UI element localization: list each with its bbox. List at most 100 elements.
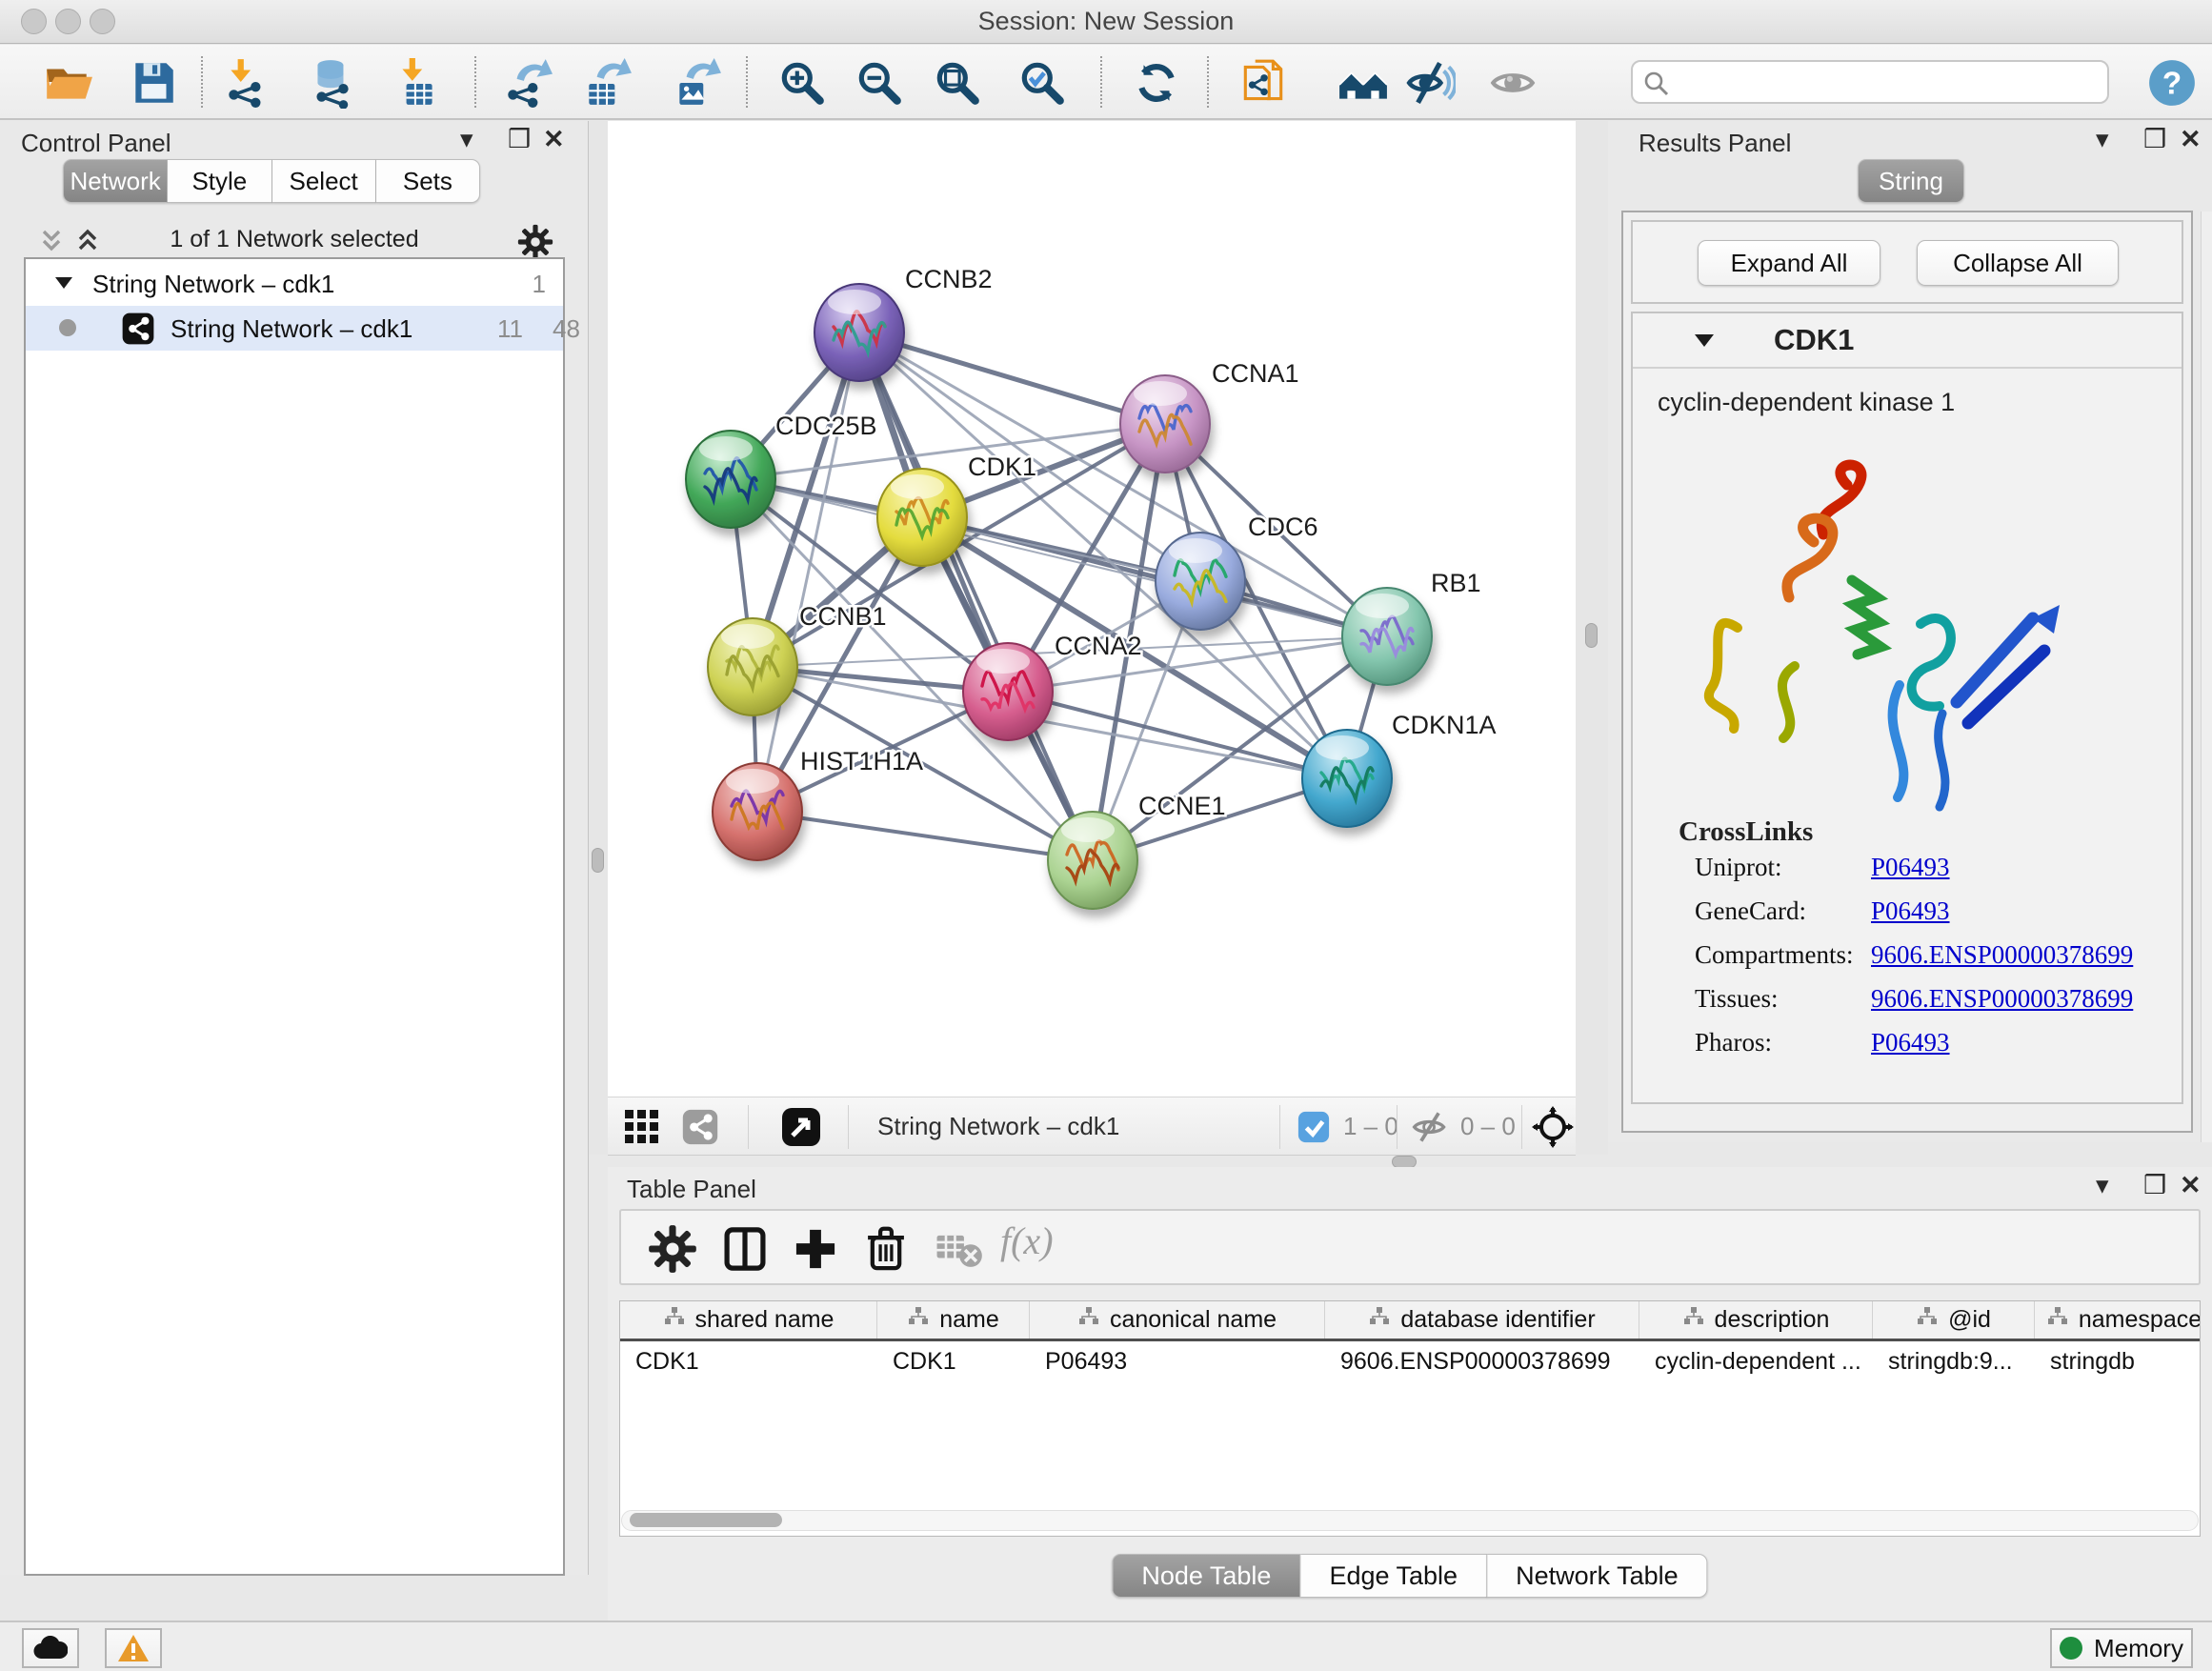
table-cell[interactable]: CDK1	[877, 1341, 1030, 1381]
tab-select[interactable]: Select	[272, 159, 376, 203]
table-settings-gear-icon[interactable]	[648, 1224, 697, 1274]
zoom-in-icon[interactable]	[776, 57, 828, 109]
right-splitter[interactable]	[1576, 121, 1608, 1155]
import-table-from-file-icon[interactable]	[392, 57, 443, 109]
add-column-icon[interactable]	[791, 1224, 840, 1274]
panel-menu-icon[interactable]: ▾	[460, 125, 473, 154]
node-CCNB2[interactable]	[814, 284, 904, 381]
node-CCNA2[interactable]	[963, 643, 1053, 740]
crosslink-link[interactable]: 9606.ENSP00000378699	[1871, 984, 2133, 1014]
help-icon[interactable]: ?	[2146, 57, 2198, 109]
delete-column-icon[interactable]	[861, 1224, 911, 1274]
cloud-status-button[interactable]	[22, 1628, 79, 1668]
node-CDC6[interactable]	[1156, 533, 1245, 630]
node-CCNE1[interactable]	[1048, 812, 1137, 909]
selected-checkbox-icon[interactable]	[1297, 1110, 1331, 1149]
zoom-out-icon[interactable]	[854, 57, 905, 109]
node-HIST1H1A[interactable]	[713, 763, 802, 860]
tab-network[interactable]: Network	[63, 159, 168, 203]
column-header-canonical-name[interactable]: canonical name	[1030, 1301, 1325, 1339]
hidden-eye-icon[interactable]	[1410, 1109, 1450, 1150]
tab-style[interactable]: Style	[168, 159, 271, 203]
share-network-icon[interactable]	[681, 1108, 719, 1151]
panel-close-icon[interactable]: ✕	[2180, 1171, 2202, 1200]
horizontal-splitter[interactable]	[608, 1156, 2212, 1167]
show-columns-icon[interactable]	[720, 1224, 770, 1274]
splitter-handle[interactable]	[592, 848, 604, 873]
network-row-selected[interactable]: String Network – cdk1 11 48	[26, 306, 563, 351]
export-image-icon[interactable]	[671, 57, 722, 109]
warning-status-button[interactable]	[105, 1628, 162, 1668]
import-network-from-file-icon[interactable]	[222, 57, 273, 109]
panel-float-icon[interactable]: ❒	[2143, 125, 2166, 154]
search-input[interactable]	[1679, 64, 2098, 100]
splitter-handle[interactable]	[1585, 623, 1598, 648]
panel-close-icon[interactable]: ✕	[543, 125, 565, 154]
network-collection-row[interactable]: String Network – cdk1 1	[26, 261, 563, 306]
column-header-database-identifier[interactable]: database identifier	[1325, 1301, 1639, 1339]
zoom-fit-content-icon[interactable]	[932, 57, 983, 109]
panel-float-icon[interactable]: ❒	[508, 125, 531, 154]
edge-HIST1H1A-CCNE1[interactable]	[757, 812, 1093, 860]
column-header-shared-name[interactable]: shared name	[620, 1301, 877, 1339]
expand-all-button[interactable]: Expand All	[1698, 240, 1880, 286]
save-session-icon[interactable]	[128, 57, 179, 109]
tab-node-table[interactable]: Node Table	[1112, 1554, 1300, 1598]
collapse-all-button[interactable]: Collapse All	[1917, 240, 2119, 286]
edge-CCNB2-CCNA1[interactable]	[859, 332, 1165, 424]
panel-menu-icon[interactable]: ▾	[2096, 125, 2109, 154]
open-session-icon[interactable]	[42, 57, 93, 109]
crosslink-link[interactable]: 9606.ENSP00000378699	[1871, 940, 2133, 970]
section-collapse-icon[interactable]	[1692, 329, 1717, 356]
show-hide-eye-icon[interactable]	[1487, 57, 1538, 109]
tree-expand-icon[interactable]	[52, 272, 75, 298]
node-CCNA1[interactable]	[1120, 375, 1210, 473]
left-splitter[interactable]	[589, 121, 608, 1155]
panel-float-icon[interactable]: ❒	[2143, 1171, 2166, 1200]
network-graph[interactable]: CCNB2CCNA1CDC25BCDK1CDC6RB1CCNB1CCNA2CDK…	[608, 121, 1576, 1097]
column-header-name[interactable]: name	[877, 1301, 1030, 1339]
column-header--id[interactable]: @id	[1873, 1301, 2035, 1339]
table-horizontal-scrollbar[interactable]	[621, 1510, 2199, 1531]
birdseye-view-icon[interactable]	[780, 1106, 822, 1153]
home-view-icon[interactable]	[1337, 57, 1389, 109]
panel-close-icon[interactable]: ✕	[2180, 125, 2202, 154]
toggle-graphics-details-icon[interactable]	[1404, 57, 1456, 109]
panel-menu-icon[interactable]: ▾	[2096, 1171, 2109, 1200]
tab-string[interactable]: String	[1858, 159, 1964, 203]
crosslink-link[interactable]: P06493	[1871, 853, 1950, 882]
memory-button[interactable]: Memory	[2050, 1628, 2193, 1668]
table-cell[interactable]: stringdb:9...	[1873, 1341, 2035, 1381]
function-builder-icon[interactable]: f(x)	[1000, 1218, 1054, 1263]
node-CCNB1[interactable]	[708, 618, 797, 715]
export-network-icon[interactable]	[501, 57, 553, 109]
edge-CCNB2-CCNE1[interactable]	[859, 332, 1093, 860]
export-table-icon[interactable]	[581, 57, 633, 109]
gene-entry-header[interactable]: CDK1	[1633, 313, 2182, 369]
table-cell[interactable]: 9606.ENSP00000378699	[1325, 1341, 1639, 1381]
table-row[interactable]: CDK1CDK1P064939606.ENSP00000378699cyclin…	[620, 1341, 2200, 1381]
tab-network-table[interactable]: Network Table	[1487, 1554, 1708, 1598]
node-CDC25B[interactable]	[686, 431, 775, 528]
zoom-selected-icon[interactable]	[1016, 57, 1068, 109]
delete-table-icon[interactable]	[934, 1224, 983, 1274]
table-cell[interactable]: CDK1	[620, 1341, 877, 1381]
table-cell[interactable]: stringdb	[2035, 1341, 2201, 1381]
crosslink-link[interactable]: P06493	[1871, 1028, 1950, 1057]
refresh-view-icon[interactable]	[1131, 57, 1182, 109]
tab-sets[interactable]: Sets	[376, 159, 480, 203]
node-CDKN1A[interactable]	[1302, 730, 1392, 827]
grid-view-icon[interactable]	[623, 1108, 661, 1151]
copy-document-icon[interactable]	[1237, 57, 1289, 109]
import-network-from-database-icon[interactable]	[306, 57, 357, 109]
column-header-description[interactable]: description	[1639, 1301, 1873, 1339]
node-CDK1[interactable]	[877, 469, 967, 566]
node-RB1[interactable]	[1342, 588, 1432, 685]
table-cell[interactable]: P06493	[1030, 1341, 1325, 1381]
table-cell[interactable]: cyclin-dependent ...	[1639, 1341, 1873, 1381]
network-canvas[interactable]: CCNB2CCNA1CDC25BCDK1CDC6RB1CCNB1CCNA2CDK…	[608, 121, 1576, 1097]
results-scrollbar[interactable]	[2201, 211, 2212, 1142]
crosslink-link[interactable]: P06493	[1871, 896, 1950, 926]
edge-CCNB2-HIST1H1A[interactable]	[757, 332, 859, 812]
scrollbar-thumb[interactable]	[630, 1513, 782, 1527]
